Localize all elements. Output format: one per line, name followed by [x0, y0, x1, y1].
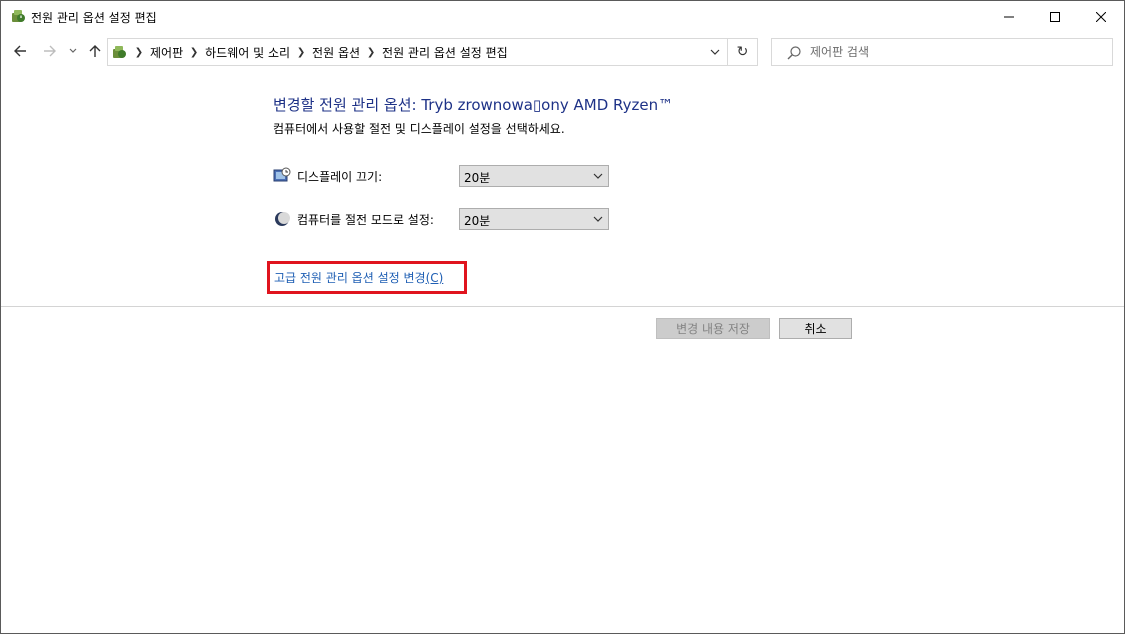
chevron-down-icon	[710, 49, 720, 55]
chevron-down-icon	[593, 216, 603, 222]
page-description: 컴퓨터에서 사용할 절전 및 디스플레이 설정을 선택하세요.	[273, 122, 565, 136]
arrow-right-icon	[44, 45, 56, 57]
highlight-box: 고급 전원 관리 옵션 설정 변경(C)	[267, 261, 467, 294]
refresh-icon: ↻	[736, 44, 749, 60]
sleep-value: 20분	[464, 214, 491, 228]
maximize-icon	[1050, 11, 1060, 22]
breadcrumb-hardware-sound[interactable]: 하드웨어 및 소리	[201, 44, 294, 61]
chevron-down-icon	[69, 48, 77, 53]
search-box[interactable]	[771, 38, 1113, 66]
close-icon	[1096, 11, 1106, 22]
address-dropdown-button[interactable]	[703, 39, 727, 65]
chevron-down-icon	[593, 173, 603, 179]
recent-locations-button[interactable]	[67, 42, 79, 60]
cancel-button[interactable]: 취소	[779, 318, 852, 339]
sleep-select[interactable]: 20분	[459, 208, 609, 230]
sleep-moon-icon	[275, 212, 290, 226]
page-title: 변경할 전원 관리 옵션: Tryb zrownowa▯ony AMD Ryze…	[273, 96, 674, 114]
breadcrumb-separator[interactable]: ❯	[187, 47, 201, 58]
navigation-bar: ❯ 제어판 ❯ 하드웨어 및 소리 ❯ 전원 옵션 ❯ 전원 관리 옵션 설정 …	[1, 32, 1124, 72]
search-input[interactable]	[810, 41, 1100, 63]
display-clock-icon	[273, 167, 291, 182]
minimize-button[interactable]	[986, 1, 1032, 32]
breadcrumb-edit-plan[interactable]: 전원 관리 옵션 설정 편집	[378, 44, 512, 61]
forward-button[interactable]	[41, 42, 59, 60]
breadcrumb-control-panel[interactable]: 제어판	[146, 44, 187, 61]
display-off-label: 디스플레이 끄기:	[297, 170, 383, 184]
minimize-icon	[1004, 16, 1014, 17]
advanced-settings-link[interactable]: 고급 전원 관리 옵션 설정 변경(C)	[274, 269, 443, 286]
main-content: 변경할 전원 관리 옵션: Tryb zrownowa▯ony AMD Ryze…	[1, 72, 1124, 633]
arrow-left-icon	[14, 45, 26, 57]
sleep-label: 컴퓨터를 절전 모드로 설정:	[297, 213, 434, 227]
up-button[interactable]	[86, 42, 104, 60]
power-plan-window: 전원 관리 옵션 설정 편집 ❯ 제어판 ❯ 하드웨어 및 소리 ❯ 전원 옵션…	[0, 0, 1125, 634]
power-options-icon	[12, 10, 25, 22]
title-bar: 전원 관리 옵션 설정 편집	[1, 1, 1124, 32]
search-icon	[787, 46, 801, 60]
window-title: 전원 관리 옵션 설정 편집	[31, 11, 157, 25]
arrow-up-icon	[89, 45, 101, 57]
advanced-settings-link-text: 고급 전원 관리 옵션 설정 변경	[274, 271, 426, 285]
divider	[1, 306, 1124, 307]
advanced-settings-accelerator: (C)	[425, 271, 444, 285]
sleep-setting: 컴퓨터를 절전 모드로 설정: 20분	[273, 207, 613, 231]
breadcrumb-separator[interactable]: ❯	[294, 47, 308, 58]
display-off-setting: 디스플레이 끄기: 20분	[273, 164, 613, 188]
breadcrumb-separator[interactable]: ❯	[132, 47, 146, 58]
maximize-button[interactable]	[1032, 1, 1078, 32]
address-bar[interactable]: ❯ 제어판 ❯ 하드웨어 및 소리 ❯ 전원 옵션 ❯ 전원 관리 옵션 설정 …	[107, 38, 728, 66]
breadcrumb-power-options[interactable]: 전원 옵션	[308, 44, 364, 61]
close-button[interactable]	[1078, 1, 1124, 32]
back-button[interactable]	[11, 42, 29, 60]
display-off-value: 20분	[464, 171, 491, 185]
refresh-button[interactable]: ↻	[728, 38, 758, 66]
control-panel-icon	[113, 46, 126, 58]
breadcrumb-separator[interactable]: ❯	[364, 47, 378, 58]
display-off-select[interactable]: 20분	[459, 165, 609, 187]
save-changes-button[interactable]: 변경 내용 저장	[656, 318, 770, 339]
breadcrumb: ❯ 제어판 ❯ 하드웨어 및 소리 ❯ 전원 옵션 ❯ 전원 관리 옵션 설정 …	[132, 39, 512, 65]
